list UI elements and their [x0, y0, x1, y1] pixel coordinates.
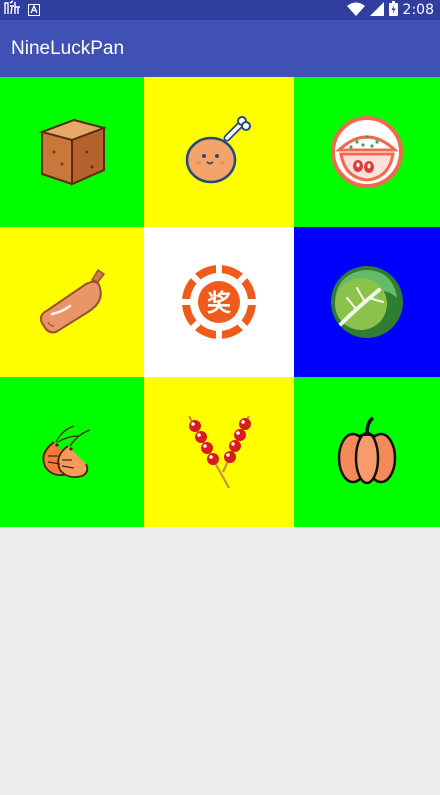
- sausage-icon: [39, 268, 106, 334]
- battery-icon: [388, 0, 398, 20]
- status-left-icons: [4, 0, 40, 20]
- skewers-icon: [188, 415, 251, 489]
- app-title: NineLuckPan: [11, 38, 125, 59]
- shrimp-icon: [42, 425, 91, 479]
- grid-cell-sausage[interactable]: [0, 227, 144, 377]
- cabbage-icon: [331, 266, 403, 338]
- rice-bowl-icon: [331, 116, 403, 188]
- signal-icon: [369, 1, 384, 20]
- grid-cell-shrimp[interactable]: [0, 377, 144, 527]
- grid-cell-skewers[interactable]: [144, 377, 294, 527]
- drumstick-icon: [185, 116, 251, 184]
- grid-cell-pumpkin[interactable]: [294, 377, 440, 527]
- luck-grid: 奖: [0, 77, 440, 527]
- status-right-icons: 2:08: [346, 0, 434, 20]
- pumpkin-icon: [337, 416, 397, 485]
- prize-icon: 奖: [181, 264, 257, 340]
- app-bar: NineLuckPan: [0, 20, 440, 77]
- grid-cell-prize[interactable]: 奖: [144, 227, 294, 377]
- status-bar: 2:08: [0, 0, 440, 20]
- grid-cell-cabbage[interactable]: [294, 227, 440, 377]
- download-icon: [28, 1, 40, 20]
- wifi-icon: [346, 1, 365, 20]
- tofu-icon: [38, 118, 108, 186]
- status-time: 2:08: [402, 2, 434, 18]
- grid-cell-tofu[interactable]: [0, 77, 144, 227]
- notification-icon: [4, 0, 22, 20]
- prize-label: 奖: [207, 289, 232, 317]
- grid-cell-rice-bowl[interactable]: [294, 77, 440, 227]
- grid-cell-chicken-drumstick[interactable]: [144, 77, 294, 227]
